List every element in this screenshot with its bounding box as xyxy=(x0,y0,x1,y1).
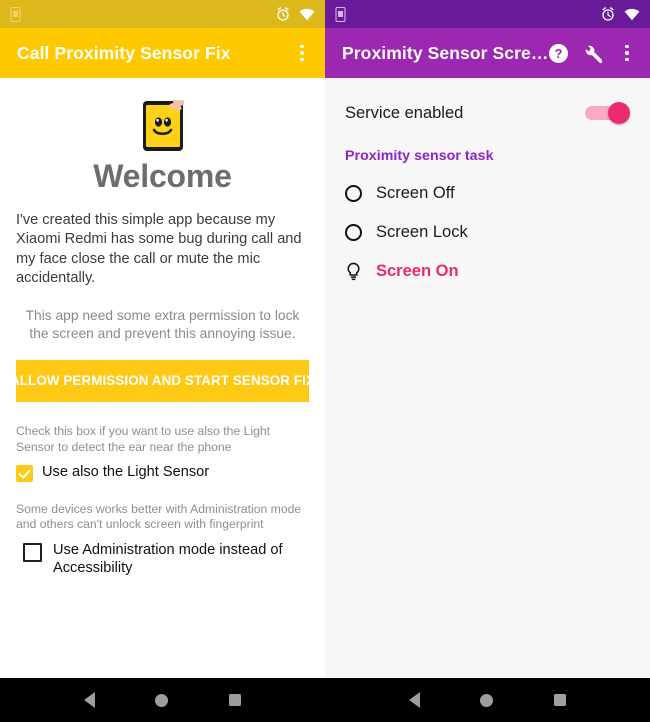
alarm-clock-icon xyxy=(277,7,289,21)
left-app-bar-actions xyxy=(291,42,313,64)
left-app-title: Call Proximity Sensor Fix xyxy=(17,42,231,63)
left-app-bar: Call Proximity Sensor Fix xyxy=(0,28,325,78)
alarm-clock-icon xyxy=(602,7,614,21)
option-label-screen-on: Screen On xyxy=(376,262,459,280)
right-app-bar: Proximity Sensor Scre… ? xyxy=(325,28,650,78)
navigation-bars xyxy=(0,678,650,722)
wifi-icon xyxy=(299,8,315,20)
light-sensor-hint: Check this box if you want to use also t… xyxy=(16,423,271,454)
left-navigation-bar xyxy=(0,678,325,722)
home-circle-icon[interactable] xyxy=(155,693,169,707)
lightbulb-icon[interactable] xyxy=(345,262,362,281)
right-status-notifications xyxy=(334,6,347,22)
right-status-bar xyxy=(325,0,650,28)
service-enabled-label: Service enabled xyxy=(345,103,464,122)
section-title-proximity-task: Proximity sensor task xyxy=(345,148,494,164)
radio-unselected-icon[interactable] xyxy=(345,185,362,202)
light-sensor-label: Use also the Light Sensor xyxy=(42,463,210,480)
help-circle-icon[interactable]: ? xyxy=(548,43,569,64)
phone-notification-icon xyxy=(335,6,346,22)
dual-screenshot-container: Call Proximity Sensor Fix Welcome I've c… xyxy=(0,0,650,678)
svg-text:?: ? xyxy=(555,46,563,61)
right-status-icons xyxy=(601,7,640,21)
permission-text: This app need some extra permission to l… xyxy=(25,307,300,342)
option-label-screen-lock: Screen Lock xyxy=(376,223,468,241)
option-screen-lock[interactable]: Screen Lock xyxy=(343,223,632,242)
option-label-screen-off: Screen Off xyxy=(376,184,455,202)
option-screen-off[interactable]: Screen Off xyxy=(343,184,632,203)
radio-unselected-icon[interactable] xyxy=(345,224,362,241)
right-app-bar-actions: ? xyxy=(548,42,638,64)
left-status-bar xyxy=(0,0,325,28)
home-circle-icon[interactable] xyxy=(480,693,494,707)
left-phone-screen: Call Proximity Sensor Fix Welcome I've c… xyxy=(0,0,325,678)
admin-mode-hint: Some devices works better with Administr… xyxy=(16,501,302,532)
app-logo-phone-smiley-icon xyxy=(142,100,184,151)
overflow-menu-icon[interactable] xyxy=(291,42,313,64)
service-enabled-toggle[interactable] xyxy=(585,102,630,124)
light-sensor-checkbox-row[interactable]: Use also the Light Sensor xyxy=(16,464,309,482)
allow-permission-button[interactable]: ALLOW PERMISSION AND START SENSOR FIX xyxy=(10,359,315,402)
right-phone-screen: Proximity Sensor Scre… ? Service enabled xyxy=(325,0,650,678)
left-content: Welcome I've created this simple app bec… xyxy=(0,78,325,678)
right-app-title: Proximity Sensor Scre… xyxy=(342,42,548,63)
back-triangle-icon[interactable] xyxy=(84,692,96,708)
admin-mode-checkbox[interactable] xyxy=(23,543,42,563)
page-title: Welcome xyxy=(93,158,232,194)
wifi-icon xyxy=(624,8,640,20)
recents-square-icon[interactable] xyxy=(228,694,241,706)
phone-notification-icon xyxy=(10,6,21,22)
recents-square-icon[interactable] xyxy=(553,694,566,706)
back-triangle-icon[interactable] xyxy=(409,692,421,708)
intro-text: I've created this simple app because my … xyxy=(16,212,302,287)
overflow-menu-icon[interactable] xyxy=(616,42,638,64)
right-navigation-bar xyxy=(325,678,650,722)
right-content: Service enabled Proximity sensor task Sc… xyxy=(325,78,650,678)
admin-mode-checkbox-row[interactable]: Use Administration mode instead of Acces… xyxy=(16,542,309,578)
left-status-notifications xyxy=(9,6,22,22)
service-enabled-row[interactable]: Service enabled xyxy=(343,102,632,124)
light-sensor-checkbox[interactable] xyxy=(16,464,33,482)
option-screen-on[interactable]: Screen On xyxy=(343,262,632,281)
wrench-icon[interactable] xyxy=(582,43,603,64)
toggle-thumb xyxy=(608,102,630,124)
admin-mode-label: Use Administration mode instead of Acces… xyxy=(53,542,283,577)
left-status-icons xyxy=(276,7,315,21)
